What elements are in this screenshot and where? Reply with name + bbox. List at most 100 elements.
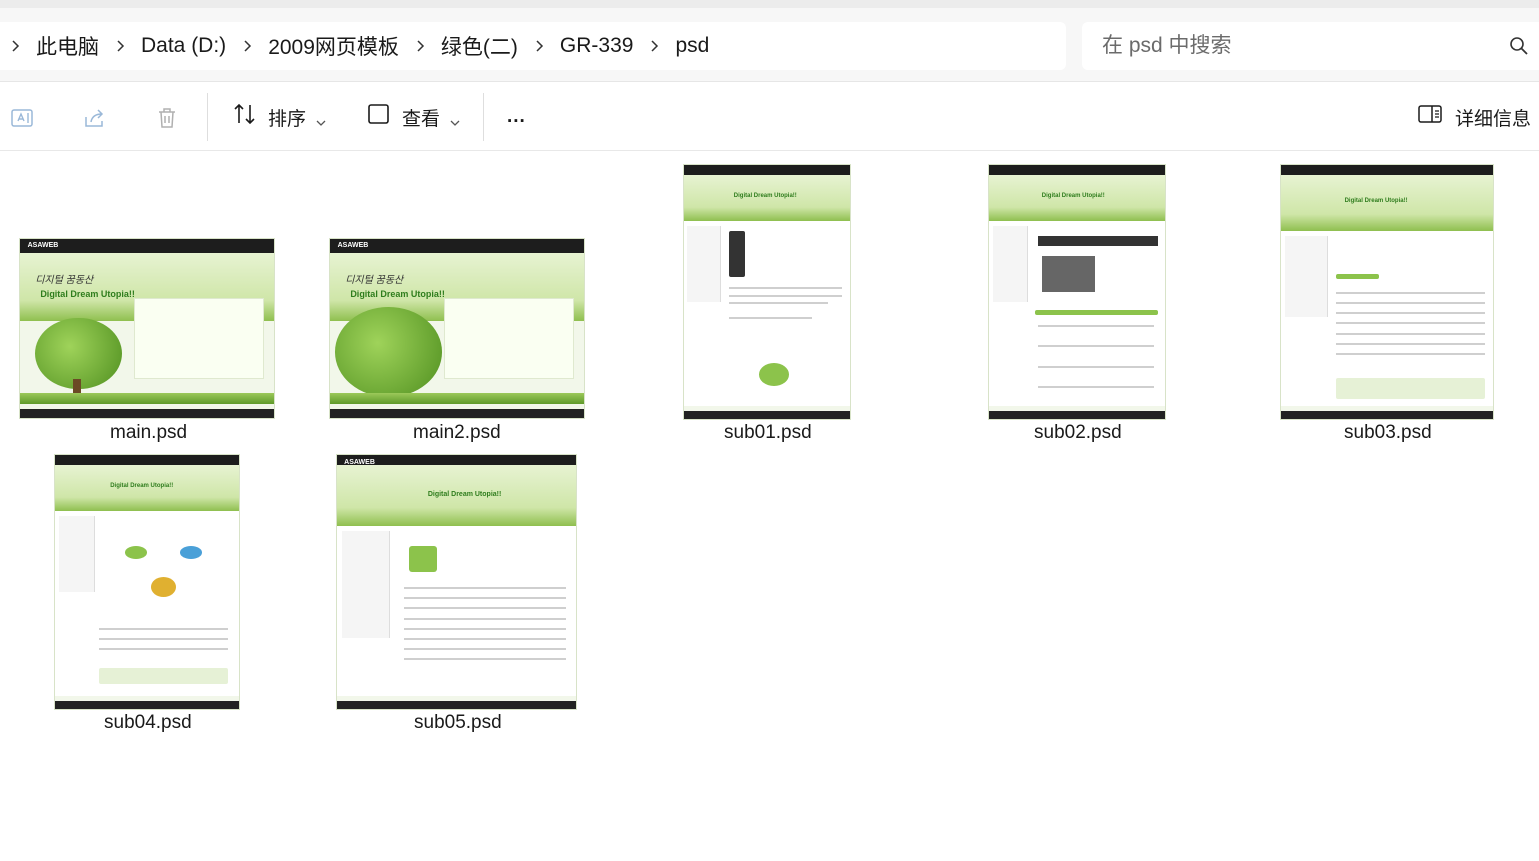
thumb-table-row <box>403 617 567 620</box>
chevron-right-icon[interactable] <box>232 22 262 70</box>
thumb-table-row <box>1336 292 1485 294</box>
breadcrumb-item-green[interactable]: 绿色(二) <box>435 31 524 61</box>
search-input[interactable] <box>1102 34 1502 58</box>
thumb-hero-title: Digital Dream Utopia!! <box>733 192 797 199</box>
share-icon[interactable] <box>82 105 108 131</box>
more-options-button[interactable]: ... <box>507 97 526 137</box>
chevron-right-icon[interactable] <box>524 22 554 70</box>
thumb-footer <box>20 409 274 418</box>
thumb-hero-title: Digital Dream Utopia!! <box>427 490 502 498</box>
thumb-footer <box>684 411 850 419</box>
breadcrumb[interactable]: 此电脑 Data (D:) 2009网页模板 绿色(二) GR-339 psd <box>0 22 1066 70</box>
thumb-footer <box>337 701 576 709</box>
breadcrumb-item-gr339[interactable]: GR-339 <box>554 34 640 58</box>
thumb-table-row <box>403 597 567 600</box>
thumb-table-row <box>1336 332 1485 335</box>
thumb-tab <box>1336 274 1379 280</box>
thumb-text-line <box>99 648 228 651</box>
thumb-sidebar <box>58 515 96 593</box>
file-name-sub02[interactable]: sub02.psd <box>1034 422 1122 444</box>
thumb-footer <box>55 701 239 709</box>
thumb-logo: ASAWEB <box>27 241 59 249</box>
file-thumbnail-sub04[interactable]: Digital Dream Utopia!! <box>54 454 240 710</box>
file-thumbnail-sub02[interactable]: Digital Dream Utopia!! <box>988 164 1166 420</box>
thumb-content-panel <box>134 298 264 379</box>
chevron-right-icon[interactable] <box>0 22 30 70</box>
thumb-laptop <box>1041 256 1095 292</box>
sort-label: 排序 <box>268 108 307 130</box>
thumb-table-row <box>403 658 567 661</box>
window-top-strip <box>0 0 1539 8</box>
file-name-sub05[interactable]: sub05.psd <box>414 712 502 734</box>
thumb-footer <box>1281 411 1493 419</box>
thumb-table-row <box>403 648 567 651</box>
breadcrumb-item-psd[interactable]: psd <box>669 34 715 58</box>
view-button[interactable]: 查看 <box>366 97 460 137</box>
thumb-table-row <box>1336 322 1485 325</box>
thumb-tab-bar <box>1034 309 1158 315</box>
file-thumbnail-sub05[interactable]: ASAWEB Digital Dream Utopia!! <box>336 454 577 710</box>
file-name-sub03[interactable]: sub03.psd <box>1344 422 1432 444</box>
thumb-tree <box>335 307 442 397</box>
thumb-logo: ASAWEB <box>337 241 369 249</box>
thumb-hero-script: 디지털 꿈동산 <box>345 275 404 287</box>
file-name-main2[interactable]: main2.psd <box>413 422 501 444</box>
details-pane-button[interactable]: 详细信息 <box>1417 97 1531 137</box>
chevron-right-icon[interactable] <box>105 22 135 70</box>
breadcrumb-item-this-pc[interactable]: 此电脑 <box>30 31 105 61</box>
thumb-hero-title: Digital Dream Utopia!! <box>110 482 174 489</box>
thumb-text-line <box>728 286 842 289</box>
file-name-main[interactable]: main.psd <box>110 422 187 444</box>
thumb-table-row <box>403 627 567 630</box>
file-thumbnail-main[interactable]: ASAWEB 디지털 꿈동산 Digital Dream Utopia!! <box>19 238 275 419</box>
thumb-text-line <box>1038 365 1155 368</box>
chevron-down-icon <box>316 112 326 126</box>
toolbar-divider <box>207 93 208 141</box>
thumb-sidebar <box>687 225 721 303</box>
thumb-text-line <box>99 627 228 630</box>
file-name-sub01[interactable]: sub01.psd <box>724 422 812 444</box>
chevron-right-icon[interactable] <box>639 22 669 70</box>
breadcrumb-item-templates[interactable]: 2009网页模板 <box>262 31 405 61</box>
thumb-footer <box>989 411 1165 419</box>
thumb-text-line <box>1038 345 1155 348</box>
thumb-grass <box>20 392 274 404</box>
chevron-down-icon <box>450 112 460 126</box>
thumb-table-row <box>403 607 567 610</box>
file-name-sub04[interactable]: sub04.psd <box>104 712 192 734</box>
thumb-text-line <box>728 317 812 320</box>
file-thumbnail-main2[interactable]: ASAWEB 디지털 꿈동산 Digital Dream Utopia!! <box>329 238 585 419</box>
thumb-table-row <box>403 587 567 590</box>
thumb-nav-bar <box>989 165 1165 176</box>
thumb-footer <box>330 409 584 418</box>
thumb-table-row <box>1336 342 1485 345</box>
search-icon[interactable] <box>1509 36 1529 56</box>
chevron-right-icon[interactable] <box>405 22 435 70</box>
thumb-plant <box>408 546 438 572</box>
thumb-nav-bar <box>55 455 239 466</box>
toolbar-divider <box>483 93 484 141</box>
file-thumbnail-sub03[interactable]: Digital Dream Utopia!! <box>1280 164 1494 420</box>
thumb-content-panel <box>444 298 574 379</box>
thumb-sidebar <box>341 531 390 638</box>
thumb-grass <box>330 392 584 404</box>
thumb-table-row <box>1336 352 1485 355</box>
thumb-nav-bar <box>1281 165 1493 176</box>
thumb-table-row <box>1336 312 1485 315</box>
thumb-text-line <box>728 294 842 297</box>
delete-icon[interactable] <box>154 105 180 131</box>
file-grid: ASAWEB 디지털 꿈동산 Digital Dream Utopia!! ma… <box>0 152 1539 861</box>
search-box[interactable] <box>1082 22 1539 70</box>
sort-button[interactable]: 排序 <box>232 97 326 137</box>
thumb-text-line <box>1038 325 1155 328</box>
file-thumbnail-sub01[interactable]: Digital Dream Utopia!! <box>683 164 851 420</box>
thumb-sidebar <box>1285 236 1328 318</box>
rename-icon[interactable] <box>10 105 36 131</box>
sort-icon <box>232 101 258 133</box>
command-bar: 排序 查看 ... 详细信息 <box>0 83 1539 151</box>
thumb-text-line <box>99 637 228 640</box>
thumb-product-strip <box>1038 236 1158 247</box>
breadcrumb-item-drive[interactable]: Data (D:) <box>135 34 232 58</box>
view-icon <box>366 101 392 133</box>
thumb-diagram <box>758 363 789 386</box>
